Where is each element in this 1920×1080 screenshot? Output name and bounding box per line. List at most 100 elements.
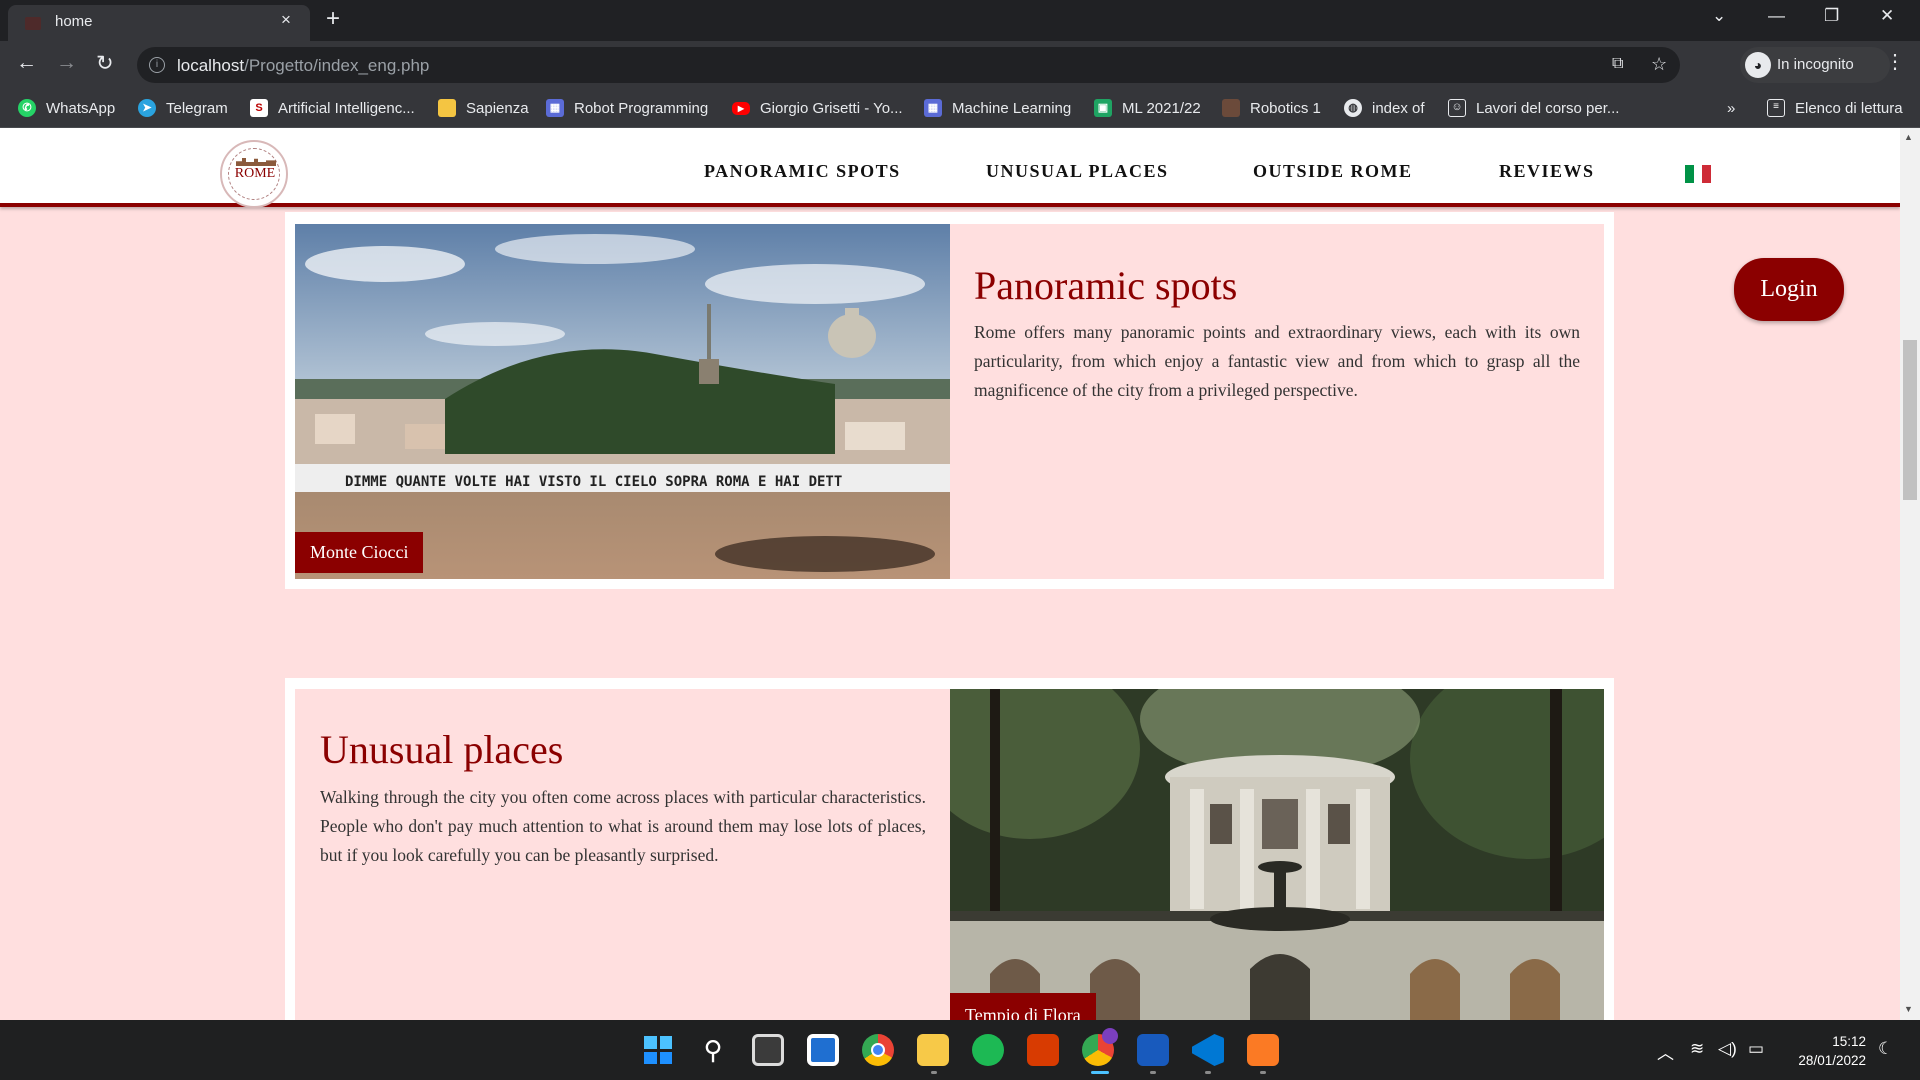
nav-panoramic-spots[interactable]: PANORAMIC SPOTS — [704, 161, 901, 182]
search-icon[interactable]: ⚲ — [697, 1034, 729, 1066]
card-text: Walking through the city you often come … — [320, 787, 926, 865]
tab-title: home — [55, 13, 93, 30]
bookmark-label: Robot Programming — [574, 99, 709, 117]
monte-ciocci-photo: DIMME QUANTE VOLTE HAI VISTO IL CIELO SO… — [295, 224, 950, 579]
bookmark-item[interactable]: ➤ Telegram — [138, 98, 228, 118]
bookmark-label: Machine Learning — [952, 99, 1072, 117]
site-logo[interactable]: ROME — [220, 140, 288, 208]
tempio-di-flora-photo — [950, 689, 1604, 1020]
reload-icon[interactable]: ↻ — [96, 51, 114, 76]
bookmark-label: Artificial Intelligenc... — [278, 99, 415, 117]
scroll-up-icon[interactable]: ▲ — [1904, 132, 1913, 142]
bookmark-label: Giorgio Grisetti - Yo... — [760, 99, 903, 117]
close-window-icon[interactable]: ✕ — [1880, 6, 1894, 26]
bookmark-item[interactable]: S Artificial Intelligenc... — [250, 98, 415, 118]
file-explorer-icon[interactable] — [917, 1034, 949, 1066]
reading-list[interactable]: ≡ Elenco di lettura — [1767, 98, 1903, 118]
bookmarks-overflow[interactable]: » — [1727, 98, 1735, 118]
bookmark-label: Sapienza — [466, 99, 529, 117]
widgets-icon[interactable] — [807, 1034, 839, 1066]
reading-list-label: Elenco di lettura — [1795, 99, 1903, 117]
wall-writing: DIMME QUANTE VOLTE HAI VISTO IL CIELO SO… — [345, 474, 842, 490]
browser-menu-icon[interactable]: ⋮ — [1885, 49, 1905, 74]
bookmark-item[interactable]: Sapienza — [438, 98, 529, 118]
scroll-thumb[interactable] — [1903, 340, 1917, 500]
back-icon[interactable]: ← — [16, 51, 37, 75]
bookmark-item[interactable]: ▦ Robot Programming — [546, 98, 708, 118]
minimize-icon[interactable]: — — [1768, 6, 1785, 26]
reading-list-icon: ≡ — [1767, 99, 1785, 117]
windows-taskbar: ⚲ ︿ ≋ ◁) ▭ 15:12 28/01/2022 ☾ — [0, 1020, 1920, 1080]
s-icon: S — [250, 99, 268, 117]
start-icon[interactable] — [642, 1034, 674, 1066]
temple-image — [950, 689, 1604, 1020]
task-view-icon[interactable] — [752, 1034, 784, 1066]
bookmark-item[interactable]: ✆ WhatsApp — [18, 98, 115, 118]
tab-favicon-icon — [25, 17, 41, 30]
login-button[interactable]: Login — [1734, 258, 1844, 321]
xampp-icon[interactable] — [1247, 1034, 1279, 1066]
translate-icon[interactable]: ⧉ — [1612, 55, 1623, 73]
bookmark-label: index of — [1372, 99, 1425, 117]
bookmark-item[interactable]: ☺ Lavori del corso per... — [1448, 98, 1619, 118]
taskbar-clock[interactable]: 15:12 28/01/2022 — [1788, 1032, 1866, 1070]
card-title: Unusual places — [320, 727, 564, 772]
clock-time: 15:12 — [1832, 1034, 1866, 1049]
bookmark-item[interactable]: ▣ ML 2021/22 — [1094, 98, 1201, 118]
classroom-icon: ▣ — [1094, 99, 1112, 117]
bookmark-label: Lavori del corso per... — [1476, 99, 1620, 117]
card-title: Panoramic spots — [974, 263, 1238, 308]
url-path: /Progetto/index_eng.php — [244, 56, 430, 75]
browser-tab-bar: home × + ⌄ — ❐ ✕ — [0, 0, 1920, 41]
browser-tab[interactable]: home × — [8, 5, 310, 41]
volume-icon[interactable]: ◁) — [1718, 1039, 1737, 1059]
folder-icon — [438, 99, 456, 117]
incognito-indicator[interactable]: ◕ In incognito — [1740, 47, 1890, 83]
bookmark-item[interactable]: ▶ Giorgio Grisetti - Yo... — [732, 98, 903, 118]
site-info-icon[interactable]: i — [149, 57, 165, 73]
bookmark-item[interactable]: ◍ index of — [1344, 98, 1425, 118]
bookmark-star-icon[interactable]: ☆ — [1651, 54, 1667, 75]
restore-icon[interactable]: ❐ — [1824, 6, 1839, 26]
word-icon[interactable] — [1137, 1034, 1169, 1066]
chrome-incognito-icon[interactable] — [1082, 1028, 1118, 1066]
nav-outside-rome[interactable]: OUTSIDE ROME — [1253, 161, 1413, 182]
running-indicator — [1205, 1071, 1211, 1074]
bookmark-item[interactable]: ▦ Machine Learning — [924, 98, 1071, 118]
italian-flag-icon[interactable] — [1685, 165, 1712, 183]
chrome-icon[interactable] — [862, 1034, 894, 1066]
tab-close-icon[interactable]: × — [281, 10, 291, 30]
calendar-icon: ▦ — [546, 99, 564, 117]
photo-caption: Tempio di Flora — [950, 993, 1096, 1020]
new-tab-icon[interactable]: + — [326, 5, 340, 33]
forward-icon[interactable]: → — [56, 51, 77, 75]
panoramic-card: DIMME QUANTE VOLTE HAI VISTO IL CIELO SO… — [285, 212, 1614, 589]
battery-icon[interactable]: ▭ — [1748, 1039, 1764, 1059]
browser-toolbar: ← → ↻ i localhost/Progetto/index_eng.php… — [0, 41, 1920, 89]
tab-search-icon[interactable]: ⌄ — [1712, 6, 1726, 26]
office-icon[interactable] — [1027, 1034, 1059, 1066]
unusual-card: Unusual places Walking through the city … — [285, 678, 1614, 1020]
bookmark-item[interactable]: Robotics 1 — [1222, 98, 1321, 118]
card-text: Rome offers many panoramic points and ex… — [974, 322, 1580, 400]
avatar-icon — [1222, 99, 1240, 117]
photo-caption: Monte Ciocci — [295, 532, 424, 573]
bookmark-label: ML 2021/22 — [1122, 99, 1201, 117]
scroll-down-icon[interactable]: ▼ — [1904, 1004, 1913, 1014]
calendar-icon: ▦ — [924, 99, 942, 117]
bookmark-label: Robotics 1 — [1250, 99, 1321, 117]
running-indicator — [1260, 1071, 1266, 1074]
logo-text: ROME — [234, 166, 276, 181]
bookmarks-bar: ✆ WhatsApp ➤ Telegram S Artificial Intellig… — [0, 89, 1920, 128]
tray-chevron-icon[interactable]: ︿ — [1657, 1039, 1674, 1064]
running-indicator — [1150, 1071, 1156, 1074]
spotify-icon[interactable] — [972, 1034, 1004, 1066]
page-scrollbar[interactable]: ▲ ▼ — [1900, 128, 1920, 1020]
nav-reviews[interactable]: REVIEWS — [1499, 161, 1595, 182]
url-text[interactable]: localhost/Progetto/index_eng.php — [177, 56, 429, 76]
wifi-icon[interactable]: ≋ — [1690, 1039, 1704, 1059]
address-bar[interactable]: i localhost/Progetto/index_eng.php ☆ ⧉ — [137, 47, 1680, 83]
nav-unusual-places[interactable]: UNUSUAL PLACES — [986, 161, 1169, 182]
vscode-icon[interactable] — [1192, 1034, 1224, 1066]
notifications-icon[interactable]: ☾ — [1878, 1039, 1893, 1059]
